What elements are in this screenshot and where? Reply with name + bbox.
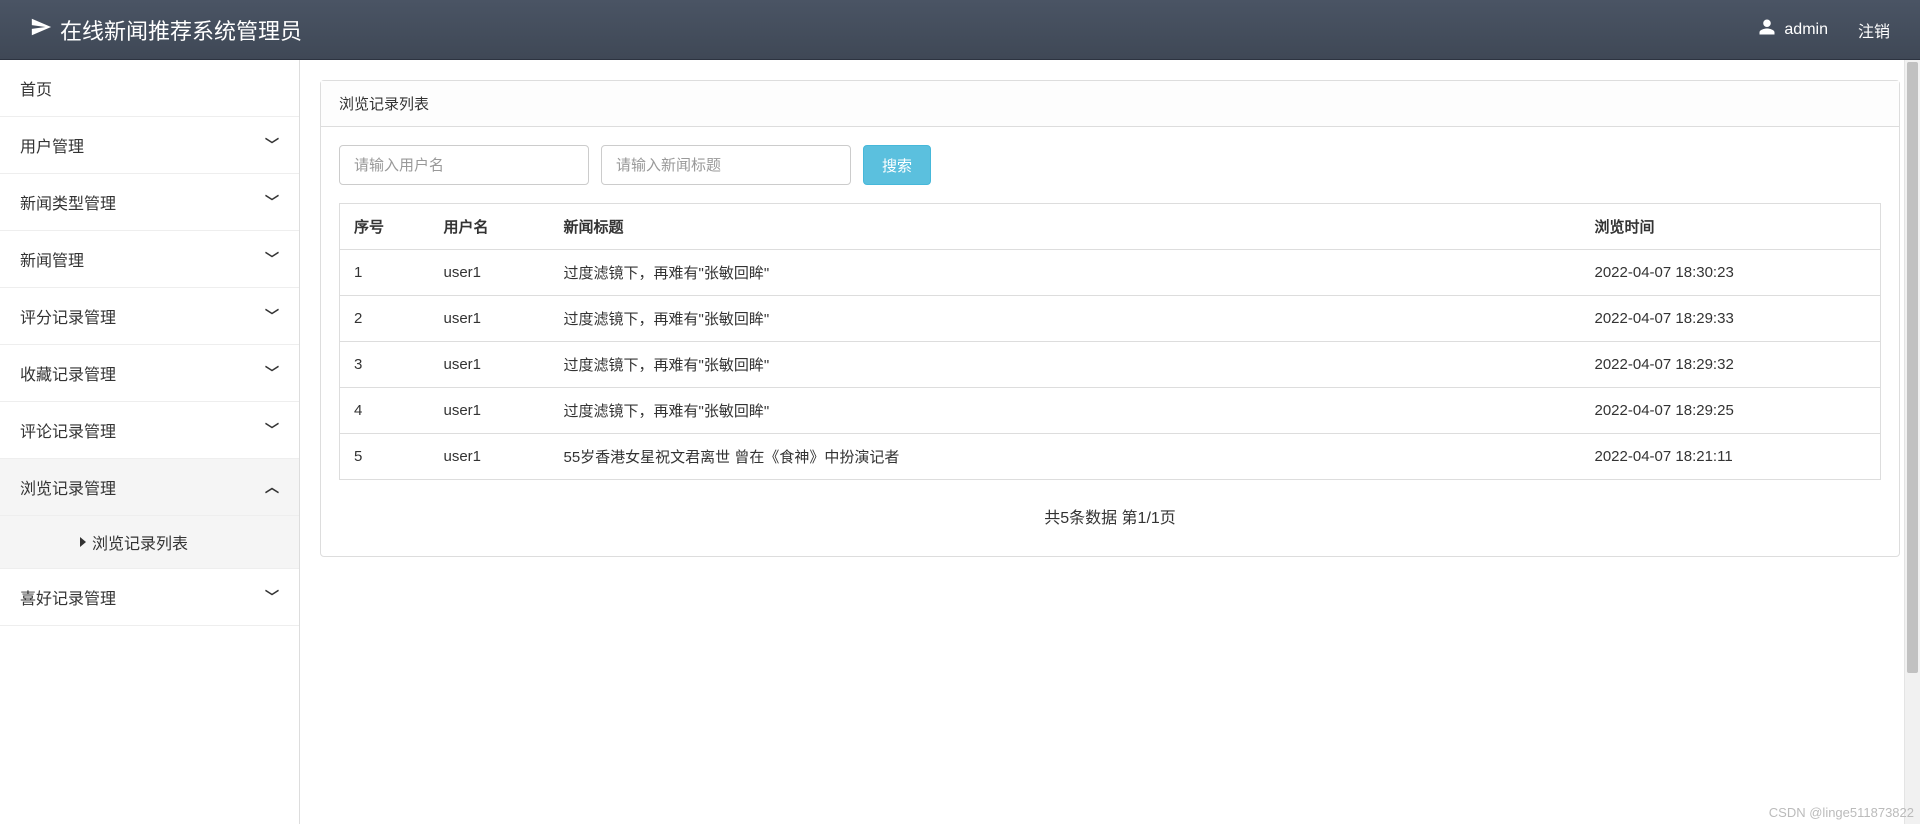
table-row: 2user1过度滤镜下，再难有"张敏回眸"2022-04-07 18:29:33 bbox=[340, 296, 1881, 342]
sidebar-item-label: 喜好记录管理 bbox=[20, 585, 116, 609]
chevron-down-icon: ﹀ bbox=[265, 420, 279, 440]
scrollbar-thumb[interactable] bbox=[1907, 62, 1918, 673]
chevron-down-icon: ﹀ bbox=[265, 363, 279, 383]
chevron-down-icon: ﹀ bbox=[265, 306, 279, 326]
sidebar-item-label: 新闻管理 bbox=[20, 247, 84, 271]
chevron-down-icon: ﹀ bbox=[265, 587, 279, 607]
triangle-right-icon bbox=[80, 537, 86, 547]
sidebar-subitem-label: 浏览记录列表 bbox=[92, 530, 188, 554]
cell-user: user1 bbox=[430, 434, 550, 480]
logout-link[interactable]: 注销 bbox=[1858, 18, 1890, 42]
sidebar-item-3[interactable]: 新闻管理 ﹀ bbox=[0, 231, 299, 288]
cell-user: user1 bbox=[430, 342, 550, 388]
cell-title: 过度滤镜下，再难有"张敏回眸" bbox=[550, 296, 1581, 342]
watermark: CSDN @linge511873822 bbox=[1769, 805, 1914, 820]
col-time: 浏览时间 bbox=[1581, 204, 1881, 250]
news-title-input[interactable] bbox=[601, 145, 851, 185]
sidebar-item-5[interactable]: 收藏记录管理 ﹀ bbox=[0, 345, 299, 402]
sidebar-subitem-7-0[interactable]: 浏览记录列表 bbox=[0, 516, 299, 569]
app-title: 在线新闻推荐系统管理员 bbox=[60, 14, 302, 46]
sidebar-item-8[interactable]: 喜好记录管理 ﹀ bbox=[0, 569, 299, 626]
chevron-down-icon: ﹀ bbox=[265, 249, 279, 269]
col-title: 新闻标题 bbox=[550, 204, 1581, 250]
chevron-up-icon: ︿ bbox=[265, 477, 279, 497]
sidebar-item-label: 用户管理 bbox=[20, 133, 84, 157]
sidebar-item-0[interactable]: 首页 bbox=[0, 60, 299, 117]
sidebar-item-label: 首页 bbox=[20, 76, 52, 100]
sidebar-item-2[interactable]: 新闻类型管理 ﹀ bbox=[0, 174, 299, 231]
username-input[interactable] bbox=[339, 145, 589, 185]
sidebar-item-label: 评分记录管理 bbox=[20, 304, 116, 328]
sidebar-item-label: 评论记录管理 bbox=[20, 418, 116, 442]
cell-seq: 1 bbox=[340, 250, 430, 296]
cell-time: 2022-04-07 18:29:33 bbox=[1581, 296, 1881, 342]
sidebar: 首页用户管理 ﹀ 新闻类型管理 ﹀ 新闻管理 ﹀ 评分记录管理 ﹀ 收藏记录管理 ﹀ 评论记录管理 ﹀… bbox=[0, 60, 300, 824]
cell-seq: 2 bbox=[340, 296, 430, 342]
cell-time: 2022-04-07 18:29:32 bbox=[1581, 342, 1881, 388]
chevron-down-icon: ﹀ bbox=[265, 192, 279, 212]
cell-user: user1 bbox=[430, 296, 550, 342]
sidebar-item-6[interactable]: 评论记录管理 ﹀ bbox=[0, 402, 299, 459]
cell-user: user1 bbox=[430, 388, 550, 434]
scrollbar[interactable] bbox=[1904, 60, 1920, 824]
cell-time: 2022-04-07 18:30:23 bbox=[1581, 250, 1881, 296]
top-navbar: 在线新闻推荐系统管理员 admin 注销 bbox=[0, 0, 1920, 60]
cell-user: user1 bbox=[430, 250, 550, 296]
cell-title: 过度滤镜下，再难有"张敏回眸" bbox=[550, 342, 1581, 388]
cell-seq: 4 bbox=[340, 388, 430, 434]
cell-time: 2022-04-07 18:21:11 bbox=[1581, 434, 1881, 480]
user-icon bbox=[1758, 18, 1776, 41]
sidebar-item-label: 浏览记录管理 bbox=[20, 475, 116, 499]
cell-seq: 3 bbox=[340, 342, 430, 388]
navbar-right: admin 注销 bbox=[1758, 18, 1890, 42]
table-row: 3user1过度滤镜下，再难有"张敏回眸"2022-04-07 18:29:32 bbox=[340, 342, 1881, 388]
sidebar-item-label: 收藏记录管理 bbox=[20, 361, 116, 385]
paper-plane-icon bbox=[30, 16, 52, 44]
sidebar-item-4[interactable]: 评分记录管理 ﹀ bbox=[0, 288, 299, 345]
content-area: 浏览记录列表 搜索 序号 用户名 新闻标题 浏览时间 bbox=[300, 60, 1920, 824]
table-header-row: 序号 用户名 新闻标题 浏览时间 bbox=[340, 204, 1881, 250]
username-label: admin bbox=[1784, 21, 1828, 39]
app-brand[interactable]: 在线新闻推荐系统管理员 bbox=[30, 14, 302, 46]
panel-title: 浏览记录列表 bbox=[321, 81, 1899, 127]
search-bar: 搜索 bbox=[339, 145, 1881, 185]
cell-title: 55岁香港女星祝文君离世 曾在《食神》中扮演记者 bbox=[550, 434, 1581, 480]
search-button[interactable]: 搜索 bbox=[863, 145, 931, 185]
table-row: 5user155岁香港女星祝文君离世 曾在《食神》中扮演记者2022-04-07… bbox=[340, 434, 1881, 480]
pagination-info: 共5条数据 第1/1页 bbox=[339, 480, 1881, 538]
sidebar-item-7[interactable]: 浏览记录管理 ︿ bbox=[0, 459, 299, 516]
table-row: 1user1过度滤镜下，再难有"张敏回眸"2022-04-07 18:30:23 bbox=[340, 250, 1881, 296]
data-table: 序号 用户名 新闻标题 浏览时间 1user1过度滤镜下，再难有"张敏回眸"20… bbox=[339, 203, 1881, 480]
cell-title: 过度滤镜下，再难有"张敏回眸" bbox=[550, 250, 1581, 296]
cell-title: 过度滤镜下，再难有"张敏回眸" bbox=[550, 388, 1581, 434]
cell-seq: 5 bbox=[340, 434, 430, 480]
sidebar-item-1[interactable]: 用户管理 ﹀ bbox=[0, 117, 299, 174]
chevron-down-icon: ﹀ bbox=[265, 135, 279, 155]
table-row: 4user1过度滤镜下，再难有"张敏回眸"2022-04-07 18:29:25 bbox=[340, 388, 1881, 434]
cell-time: 2022-04-07 18:29:25 bbox=[1581, 388, 1881, 434]
user-menu[interactable]: admin bbox=[1758, 18, 1828, 41]
col-seq: 序号 bbox=[340, 204, 430, 250]
sidebar-item-label: 新闻类型管理 bbox=[20, 190, 116, 214]
col-user: 用户名 bbox=[430, 204, 550, 250]
panel: 浏览记录列表 搜索 序号 用户名 新闻标题 浏览时间 bbox=[320, 80, 1900, 557]
